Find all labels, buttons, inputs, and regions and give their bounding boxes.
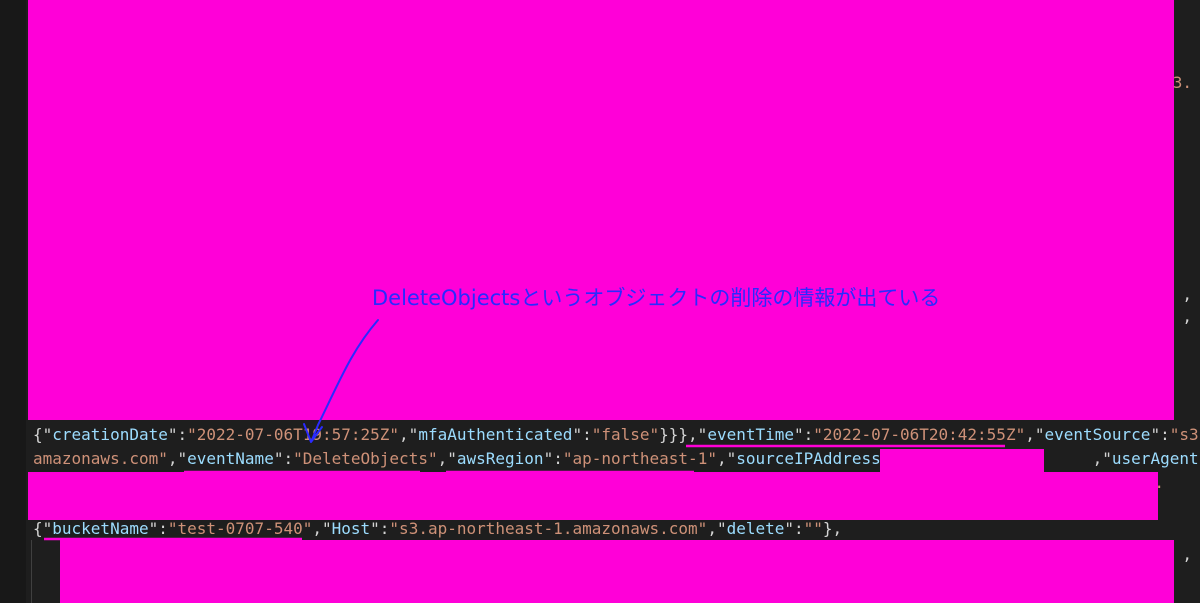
redaction-block-top bbox=[28, 0, 1174, 420]
code-token-json-string: "s3.ap-northeast-1.amazonaws.com" bbox=[389, 519, 708, 538]
truncated-text-edge: 3. bbox=[1172, 73, 1192, 92]
indent-guide bbox=[31, 540, 32, 603]
code-token-punct: ": bbox=[1150, 425, 1170, 444]
code-token-punct: ," bbox=[167, 449, 188, 468]
code-token-json-string: "DeleteObjects" bbox=[293, 449, 438, 468]
annotation-note: DeleteObjectsというオブジェクトの削除の情報が出ている bbox=[372, 286, 941, 310]
code-token-json-key: userAgent bbox=[1111, 449, 1199, 468]
truncated-text-edge: , bbox=[1182, 545, 1192, 564]
code-token-punct: {" bbox=[33, 519, 53, 538]
code-token-json-string: "" bbox=[803, 519, 823, 538]
code-token-json-key: Host bbox=[331, 519, 371, 538]
line-number-gutter bbox=[0, 0, 26, 603]
redaction-block-bottom bbox=[60, 540, 1174, 603]
code-token-punct: ": bbox=[572, 425, 592, 444]
code-line-1[interactable]: {"creationDate":"2022-07-06T19:57:25Z","… bbox=[33, 424, 1200, 446]
code-token-punct: ," bbox=[707, 519, 727, 538]
code-token-json-string: "s3. bbox=[1169, 425, 1200, 444]
code-token-punct: ": bbox=[370, 519, 390, 538]
code-token-punct: ": bbox=[148, 519, 168, 538]
code-token-json-string: "2022-07-06T19:57:25Z" bbox=[187, 425, 400, 444]
code-token-json-key: mfaAuthenticated bbox=[418, 425, 573, 444]
truncated-text-edge: , bbox=[1182, 285, 1192, 304]
code-token-punct: ": bbox=[273, 449, 294, 468]
code-token-json-string: amazonaws.com" bbox=[33, 449, 168, 468]
code-token-json-key: creationDate bbox=[52, 425, 168, 444]
code-line-3[interactable]: {"bucketName":"test-0707-540","Host":"s3… bbox=[33, 518, 842, 540]
code-token-json-key: eventSource bbox=[1044, 425, 1151, 444]
code-token-punct: }}}," bbox=[659, 425, 708, 444]
code-token-punct: ": bbox=[794, 425, 814, 444]
redaction-block-middle bbox=[28, 472, 1158, 520]
code-token-json-key: sourceIPAddress bbox=[736, 449, 881, 468]
code-token-json-string: "ap-northeast-1" bbox=[562, 449, 717, 468]
code-token-punct: ," bbox=[716, 449, 737, 468]
code-token-punct: }, bbox=[822, 519, 843, 538]
code-editor[interactable]: {"creationDate":"2022-07-06T19:57:25Z","… bbox=[0, 0, 1200, 603]
code-token-punct: ," bbox=[1092, 449, 1112, 468]
truncated-text-edge: . bbox=[1154, 473, 1164, 492]
code-token-punct: ": bbox=[167, 425, 188, 444]
code-token-json-string: "false" bbox=[591, 425, 660, 444]
code-token-punct: ," bbox=[1025, 425, 1045, 444]
redaction-ip-address bbox=[880, 449, 1044, 472]
code-token-punct: ," bbox=[399, 425, 419, 444]
truncated-text-edge: , bbox=[1182, 307, 1192, 326]
code-token-json-key: awsRegion bbox=[456, 449, 544, 468]
code-token-json-string: "test-0707-540" bbox=[167, 519, 313, 538]
code-token-punct: ," bbox=[312, 519, 332, 538]
code-token-punct: ": bbox=[543, 449, 563, 468]
code-token-json-key: eventName bbox=[187, 449, 274, 468]
code-token-punct: ": bbox=[784, 519, 804, 538]
code-token-punct: ," bbox=[437, 449, 457, 468]
code-token-json-key: bucketName bbox=[52, 519, 149, 538]
code-token-json-key: eventTime bbox=[707, 425, 795, 444]
code-token-json-string: "2022-07-06T20:42:55Z" bbox=[813, 425, 1026, 444]
code-token-punct: {" bbox=[33, 425, 53, 444]
code-token-json-key: delete bbox=[726, 519, 785, 538]
